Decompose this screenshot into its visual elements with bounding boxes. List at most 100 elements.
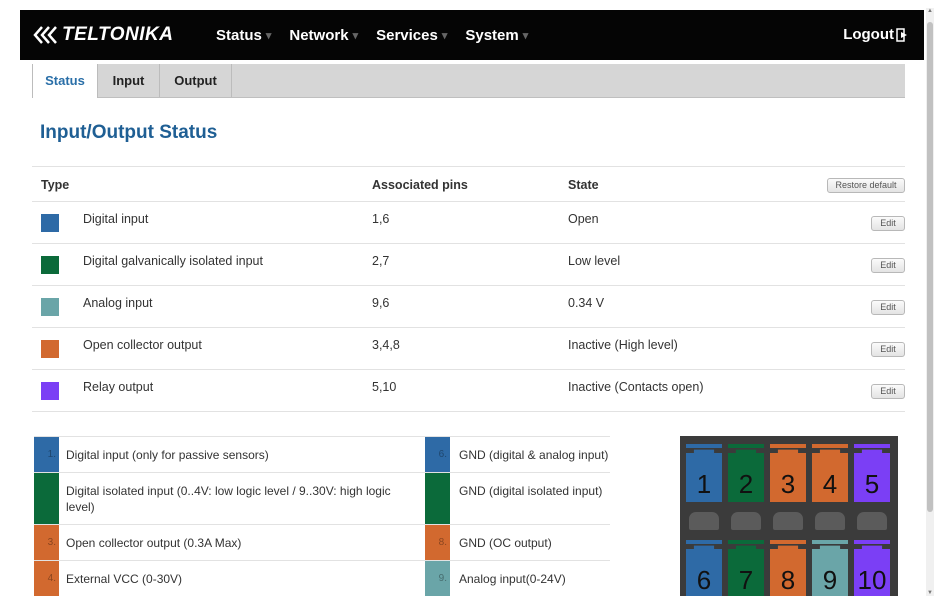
table-row: Relay output 5,10 Inactive (Contacts ope… (32, 370, 905, 412)
connector-pinout-diagram: 1 2 3 4 5 6 7 8 9 10 (680, 436, 898, 596)
tab-status[interactable]: Status (32, 64, 98, 98)
top-navbar: TELTONIKA Status ▾ Network ▾ Services ▾ … (20, 10, 924, 60)
connector-pin: 5 (854, 444, 890, 502)
connector-pin: 1 (686, 444, 722, 502)
table-row: Analog input 9,6 0.34 V Edit (32, 286, 905, 328)
pin-notch (686, 540, 722, 554)
type-color-swatch (41, 298, 59, 316)
pin-notch (854, 540, 890, 554)
legend-num: 1. (34, 437, 59, 472)
menu-system[interactable]: System ▾ (465, 27, 528, 44)
pin-notch (812, 540, 848, 554)
row-pins: 1,6 (372, 212, 390, 226)
pin-number: 6 (696, 565, 712, 595)
tab-input[interactable]: Input (98, 64, 160, 97)
tab-status-label: Status (45, 73, 85, 88)
connector-pin: 3 (770, 444, 806, 502)
type-color-swatch (41, 214, 59, 232)
logout-icon (896, 27, 907, 42)
menu-network-label: Network (289, 26, 349, 44)
legend-row: 4. External VCC (0-30V) 9. Analog input(… (34, 560, 610, 596)
row-state: Inactive (Contacts open) (568, 380, 704, 394)
legend-row: 1. Digital input (only for passive senso… (34, 436, 610, 472)
row-type: Digital galvanically isolated input (83, 254, 263, 268)
table-row: Open collector output 3,4,8 Inactive (Hi… (32, 328, 905, 370)
row-pins: 3,4,8 (372, 338, 400, 352)
type-color-swatch (41, 382, 59, 400)
pin-notch (854, 444, 890, 458)
edit-button[interactable]: Edit (871, 342, 905, 357)
scrollbar-thumb[interactable] (927, 22, 933, 512)
tab-output-label: Output (174, 73, 217, 88)
caret-down-icon: ▾ (441, 29, 448, 42)
pin-number: 5 (864, 469, 880, 499)
tab-output[interactable]: Output (160, 64, 232, 97)
menu-services-label: Services (376, 26, 438, 44)
pin-number: 2 (738, 469, 754, 499)
legend-text: GND (OC output) (459, 536, 552, 550)
pin-notch (812, 444, 848, 458)
menu-services[interactable]: Services ▾ (376, 27, 447, 44)
legend-text: GND (digital isolated input) (459, 484, 603, 498)
row-state: Low level (568, 254, 621, 268)
teltonika-chevrons-icon (33, 26, 57, 44)
pin-notch (728, 444, 764, 458)
pin-number: 4 (822, 469, 838, 499)
teltonika-logo[interactable]: TELTONIKA (32, 23, 173, 47)
pin-number: 8 (780, 565, 796, 595)
row-pins: 9,6 (372, 296, 390, 310)
row-state: Inactive (High level) (568, 338, 678, 352)
connector-latch (857, 512, 887, 530)
type-color-swatch (41, 256, 59, 274)
connector-latch (689, 512, 719, 530)
pin-notch (728, 540, 764, 554)
row-pins: 5,10 (372, 380, 397, 394)
legend-text: Open collector output (0.3A Max) (66, 536, 242, 550)
row-type: Analog input (83, 296, 153, 310)
legend-text: GND (digital & analog input) (459, 448, 609, 462)
menu-network[interactable]: Network ▾ (289, 27, 358, 44)
connector-pin: 4 (812, 444, 848, 502)
legend-num: 3. (34, 525, 59, 560)
pin-number: 9 (822, 565, 838, 595)
connector-pin: 6 (686, 540, 722, 596)
row-type: Open collector output (83, 338, 202, 352)
logout-button[interactable]: Logout (843, 26, 908, 43)
scroll-down-arrow-icon[interactable]: ▼ (926, 590, 934, 596)
pin-number: 1 (696, 469, 712, 499)
restore-default-button[interactable]: Restore default (827, 178, 905, 193)
caret-down-icon: ▾ (265, 29, 272, 42)
row-state: Open (568, 212, 599, 226)
pin-notch (770, 444, 806, 458)
legend-num: 7. (425, 473, 450, 524)
legend-text: Digital isolated input (0..4V: low logic… (66, 484, 391, 514)
vertical-scrollbar[interactable]: ▲ ▼ (926, 8, 934, 596)
edit-button[interactable]: Edit (871, 258, 905, 273)
edit-button[interactable]: Edit (871, 384, 905, 399)
legend-num: 6. (425, 437, 450, 472)
scroll-up-arrow-icon[interactable]: ▲ (926, 8, 934, 14)
caret-down-icon: ▾ (352, 29, 359, 42)
legend-row: 3. Open collector output (0.3A Max) 8. G… (34, 524, 610, 560)
legend-num: 2. (34, 473, 59, 524)
legend-row: 2. Digital isolated input (0..4V: low lo… (34, 472, 610, 524)
edit-button[interactable]: Edit (871, 300, 905, 315)
connector-latch (731, 512, 761, 530)
page-title: Input/Output Status (40, 122, 218, 143)
connector-pin: 7 (728, 540, 764, 596)
legend-num: 9. (425, 561, 450, 596)
row-type: Relay output (83, 380, 154, 394)
logout-label: Logout (843, 26, 894, 43)
pin-number: 7 (738, 565, 754, 595)
logo-text: TELTONIKA (62, 24, 174, 45)
edit-button[interactable]: Edit (871, 216, 905, 231)
pin-notch (770, 540, 806, 554)
legend-num: 4. (34, 561, 59, 596)
menu-status[interactable]: Status ▾ (216, 27, 271, 44)
legend-text: Analog input(0-24V) (459, 572, 566, 586)
header-associated-pins: Associated pins (372, 178, 468, 192)
header-state: State (568, 178, 599, 192)
connector-pin: 10 (854, 540, 890, 596)
menu-status-label: Status (216, 26, 262, 44)
row-state: 0.34 V (568, 296, 605, 310)
